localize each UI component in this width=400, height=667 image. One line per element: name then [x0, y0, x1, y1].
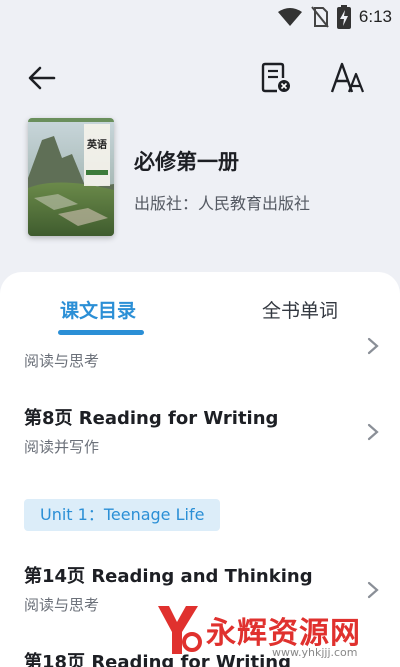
tab-bar: 课文目录 全书单词 [0, 272, 400, 344]
lesson-title: 第8页 Reading for Writing [24, 408, 279, 429]
chevron-right-icon [367, 423, 379, 441]
lesson-subtitle: 阅读并写作 [24, 438, 100, 456]
top-bar [0, 52, 400, 108]
notes-button[interactable] [254, 56, 298, 100]
chevron-right-icon [367, 581, 379, 599]
status-bar: 6:13 [0, 0, 400, 34]
watermark-emblem-icon [158, 606, 202, 654]
back-button[interactable] [20, 56, 64, 100]
lesson-title: 第14页 Reading and Thinking [24, 566, 313, 587]
wifi-icon [277, 8, 302, 26]
lesson-subtitle: 阅读与思考 [24, 596, 100, 614]
list-item[interactable]: 阅读与思考 [0, 337, 400, 382]
active-tab-indicator [58, 330, 144, 335]
status-time: 6:13 [358, 7, 392, 26]
list-item[interactable]: 第8页 Reading for Writing 阅读并写作 [0, 400, 400, 470]
tab-lesson-catalog[interactable]: 课文目录 [60, 296, 136, 323]
unit-tag: Unit 1：Teenage Life [24, 499, 221, 531]
chevron-right-icon [367, 337, 379, 355]
book-cover-image[interactable]: 英语 [28, 118, 114, 236]
watermark-url: www.yhkjjj.com [272, 646, 358, 659]
font-size-icon [330, 62, 365, 93]
book-cover-title: 英语 [87, 140, 107, 151]
battery-charging-icon [336, 5, 351, 29]
book-title: 必修第一册 [134, 150, 239, 174]
watermark-logo: 永辉资源网 www.yhkjjj.com [152, 600, 384, 662]
lesson-subtitle: 阅读与思考 [24, 352, 100, 370]
tab-book-vocabulary[interactable]: 全书单词 [262, 296, 338, 323]
font-size-button[interactable] [326, 56, 370, 100]
no-sim-icon [311, 6, 329, 28]
notes-delete-icon [261, 62, 290, 93]
book-header: 英语 必修第一册 出版社：人民教育出版社 [28, 118, 388, 238]
book-publisher: 出版社：人民教育出版社 [134, 194, 311, 213]
arrow-left-icon [28, 66, 56, 90]
